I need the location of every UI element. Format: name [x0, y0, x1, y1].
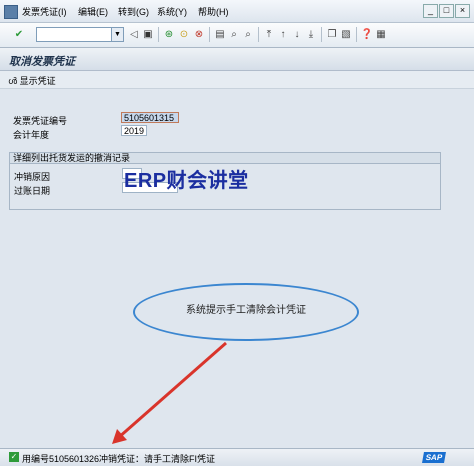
status-message: 用编号5105601326冲销凭证：请手工清除FI凭证 — [22, 454, 216, 464]
sap-logo: SAP — [422, 452, 446, 463]
success-icon: ✓ — [9, 452, 19, 462]
annotation-arrow — [112, 341, 227, 444]
status-bar: ✓ 用编号5105601326冲销凭证：请手工清除FI凭证 SAP — [0, 448, 474, 466]
